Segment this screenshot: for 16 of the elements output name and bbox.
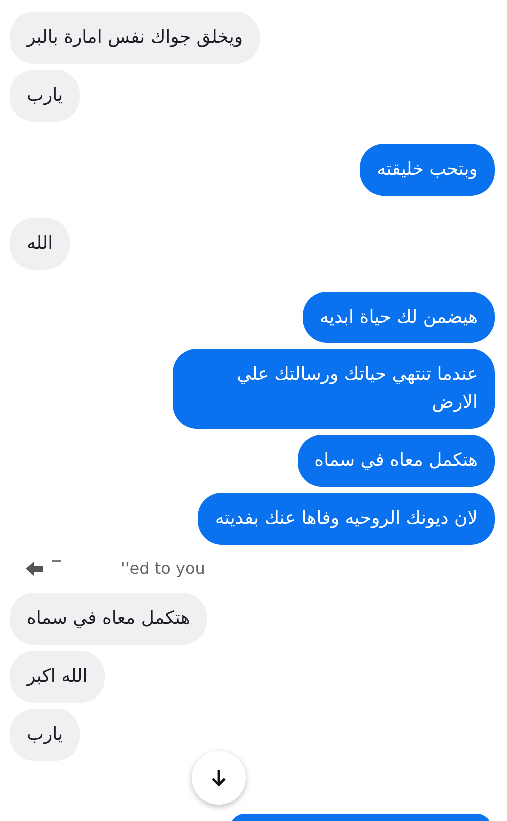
message-bubble: هتكمل معاه في سماه [298, 435, 495, 488]
message-bubble: يارب [10, 708, 80, 761]
message-bubble: يارب [10, 70, 80, 122]
reply-icon [26, 562, 44, 576]
arrow-down-icon [211, 769, 227, 787]
message-bubble: وبتحب خليقته [360, 144, 495, 196]
message-bubble: الله [10, 218, 70, 270]
message-bubble: ويخلق جواك نفس امارة بالبر [10, 12, 260, 64]
scroll-down-button[interactable] [192, 751, 246, 805]
message-bubble: لان ديونك الروحيه وفاها عنك بفديته [198, 493, 495, 546]
message-bubble: الله اكبر [10, 650, 105, 703]
message-bubble: هيضمن لك حياة ابديه [302, 292, 495, 344]
message-bubble: هتكمل معاه في سماه [10, 593, 208, 645]
reply-label: ''ed to you [121, 558, 206, 580]
dash-mark [52, 560, 61, 564]
message-bubble: عندما تنتهي حياتك ورسالتك علي الارض [173, 349, 495, 430]
